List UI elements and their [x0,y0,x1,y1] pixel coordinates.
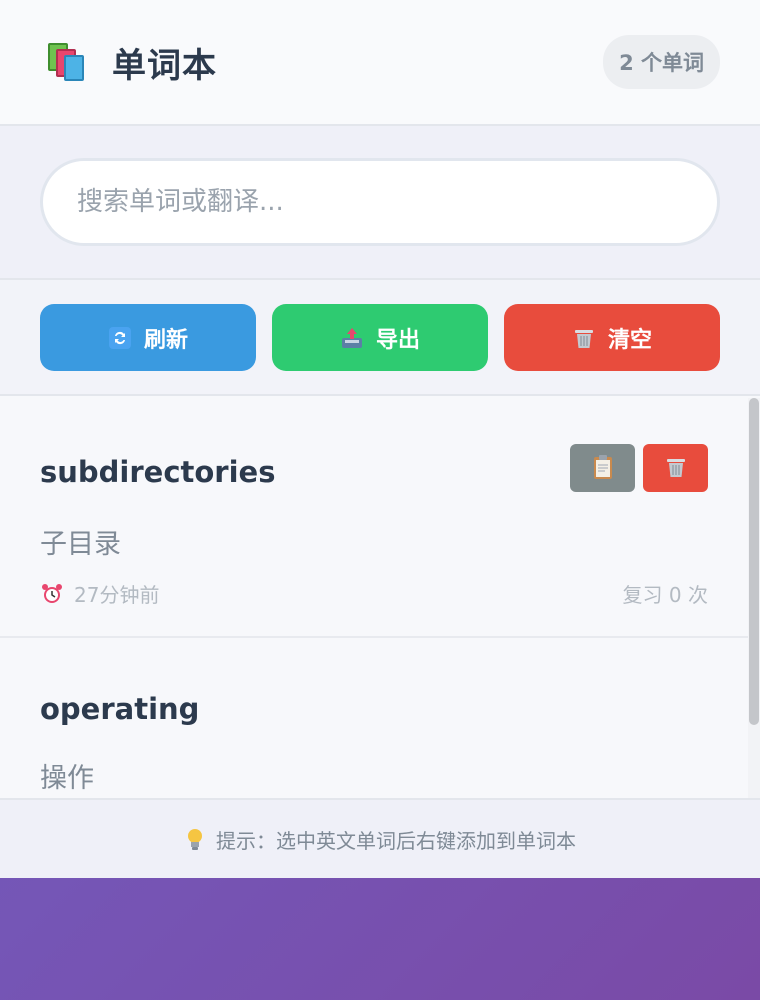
word-item: subdirectories 子目录 27分钟前 复习 0 次 [0,398,760,638]
delete-word-button[interactable] [643,444,708,492]
refresh-icon [108,326,132,350]
scrollbar-thumb[interactable] [749,398,759,725]
title-wrap: 单词本 [44,38,217,87]
action-toolbar: 刷新 导出 清空 [0,280,760,396]
word-list: subdirectories 子目录 27分钟前 复习 0 次 operatin… [0,398,760,798]
review-count: 复习 0 次 [622,583,708,607]
tip-text: 提示：选中英文单词后右键添加到单词本 [216,828,576,853]
word-english: subdirectories [40,455,276,489]
word-english: operating [40,692,200,726]
export-label: 导出 [375,327,420,353]
search-bar [0,126,760,280]
scrollbar[interactable] [748,398,760,798]
vocabulary-panel: 单词本 2 个单词 刷新 导出 清空 subdirect [0,0,760,878]
light-bulb-icon [184,826,206,852]
word-item: operating 操作 [0,638,760,798]
trash-icon [572,326,596,350]
time-text: 27分钟前 [74,583,160,607]
word-translation: 操作 [40,763,94,794]
alarm-clock-icon [40,582,64,606]
copy-button[interactable] [570,444,635,492]
search-input[interactable] [40,158,720,246]
refresh-label: 刷新 [143,327,188,353]
word-actions [570,444,708,492]
refresh-button[interactable]: 刷新 [40,304,256,371]
outbox-icon [340,326,364,350]
export-button[interactable]: 导出 [272,304,488,371]
page-title: 单词本 [112,45,217,86]
word-meta: 27分钟前 复习 0 次 [40,579,708,608]
word-translation: 子目录 [40,529,121,560]
added-time: 27分钟前 [40,579,159,608]
clipboard-icon [592,454,614,483]
header: 单词本 2 个单词 [0,0,760,126]
clear-label: 清空 [607,327,652,353]
clear-button[interactable]: 清空 [504,304,720,371]
trash-icon [664,455,688,482]
footer-tip: 提示：选中英文单词后右键添加到单词本 [0,798,760,878]
word-count-badge: 2 个单词 [603,35,720,89]
books-icon [44,41,90,83]
